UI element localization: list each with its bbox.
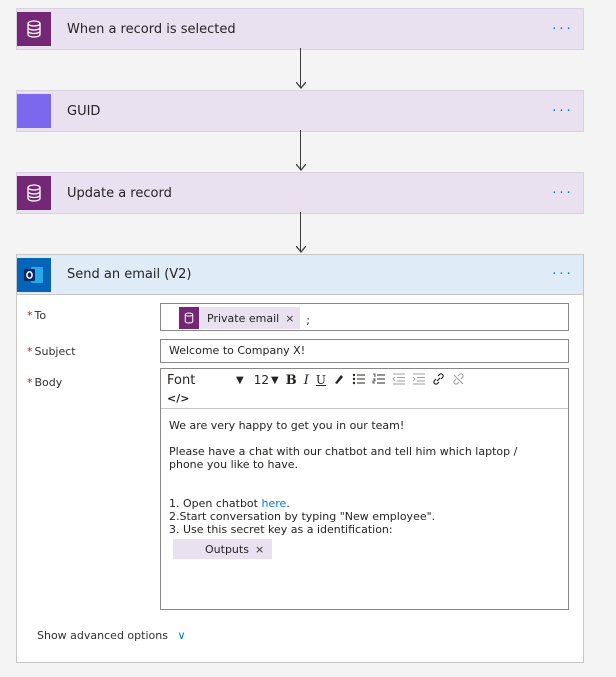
decrease-indent-icon[interactable] [392, 373, 405, 388]
body-editor[interactable]: Font ▼ 12 ▼ B I U </> We are very happy … [160, 368, 569, 610]
update-record-card[interactable]: Update a record ··· [16, 172, 584, 214]
database-icon [17, 12, 51, 46]
bold-button[interactable]: B [286, 373, 297, 388]
trigger-card[interactable]: When a record is selected ··· [16, 8, 584, 50]
trigger-title: When a record is selected [67, 21, 236, 37]
body-line-intro: We are very happy to get you in our team… [169, 419, 405, 432]
send-email-card: Send an email (V2) ··· * To Private email… [16, 254, 584, 663]
link-icon[interactable] [432, 372, 445, 388]
numbered-list-icon[interactable] [372, 373, 385, 388]
font-size-select[interactable]: 12 [254, 373, 269, 387]
private-email-token[interactable]: Private email × [179, 307, 301, 329]
more-options-button[interactable]: ··· [543, 186, 583, 201]
highlight-icon[interactable] [333, 373, 345, 388]
font-select[interactable]: Font [167, 373, 229, 388]
underline-button[interactable]: U [316, 373, 326, 387]
bullet-list-icon[interactable] [352, 373, 365, 388]
size-dropdown-icon[interactable]: ▼ [271, 375, 279, 386]
chevron-down-icon: ∨ [177, 629, 186, 642]
advanced-options-label: Show advanced options [37, 629, 168, 642]
unlink-icon[interactable] [452, 372, 465, 388]
guid-title: GUID [67, 103, 101, 119]
subject-value: Welcome to Company X! [169, 344, 306, 357]
required-mark: * [27, 309, 33, 322]
remove-token-icon[interactable]: × [285, 312, 294, 325]
font-dropdown-icon[interactable]: ▼ [236, 375, 244, 386]
guid-card[interactable]: GUID ··· [16, 90, 584, 132]
code-view-button[interactable]: </> [167, 392, 189, 405]
show-advanced-options[interactable]: Show advanced options ∨ [37, 629, 186, 642]
subject-label: * Subject [27, 345, 76, 358]
database-icon [17, 176, 51, 210]
send-email-title: Send an email (V2) [67, 267, 192, 282]
outlook-icon [17, 257, 51, 292]
body-step-1: 1. Open chatbot here. [169, 497, 290, 510]
update-record-title: Update a record [67, 185, 172, 201]
required-mark: * [27, 345, 33, 358]
email-body-content[interactable]: We are very happy to get you in our team… [161, 409, 568, 569]
required-mark: * [27, 376, 33, 389]
more-options-button[interactable]: ··· [543, 104, 583, 119]
flow-connector [296, 130, 306, 172]
database-icon [179, 307, 199, 329]
send-email-header[interactable]: Send an email (V2) ··· [17, 255, 583, 295]
remove-token-icon[interactable]: × [255, 543, 264, 556]
increase-indent-icon[interactable] [412, 373, 425, 388]
token-label: Outputs [205, 542, 249, 556]
body-step-3: 3. Use this secret key as a identificati… [169, 523, 393, 536]
to-field[interactable]: Private email × ; [160, 303, 569, 331]
to-separator: ; [306, 314, 310, 327]
chatbot-link[interactable]: here [261, 497, 286, 510]
subject-field[interactable]: Welcome to Company X! [160, 339, 569, 363]
italic-button[interactable]: I [304, 373, 309, 388]
token-label: Private email [207, 311, 280, 325]
flow-connector [296, 48, 306, 90]
body-line-chatbot: Please have a chat with our chatbot and … [169, 445, 518, 471]
variable-icon [17, 94, 51, 128]
body-label: * Body [27, 376, 63, 389]
body-step-2: 2.Start conversation by typing "New empl… [169, 510, 436, 523]
outputs-token[interactable]: Outputs × [173, 539, 273, 559]
flow-connector [296, 212, 306, 254]
more-options-button[interactable]: ··· [543, 22, 583, 37]
more-options-button[interactable]: ··· [543, 267, 583, 282]
to-label: * To [27, 309, 47, 322]
rich-text-toolbar: Font ▼ 12 ▼ B I U </> [161, 369, 568, 409]
